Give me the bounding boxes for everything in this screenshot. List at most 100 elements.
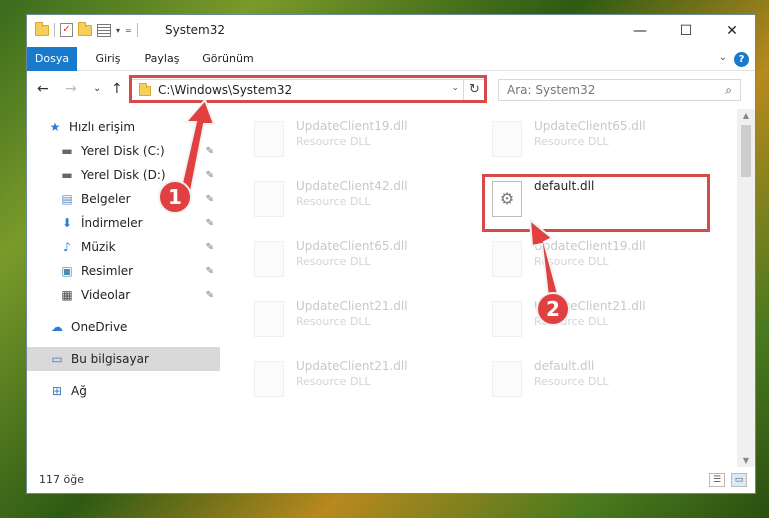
sidebar-item-pictures[interactable]: ▣ Resimler ✎ [27, 259, 220, 283]
up-button[interactable]: ↑ [111, 81, 123, 97]
sidebar-item-disk-c[interactable]: ▬ Yerel Disk (C:) ✎ [27, 139, 220, 163]
sidebar-item-downloads[interactable]: ⬇ İndirmeler ✎ [27, 211, 220, 235]
dll-file-icon [254, 241, 284, 277]
step-badge-2: 2 [536, 292, 570, 326]
file-description: Resource DLL [296, 135, 371, 148]
pin-icon[interactable]: ✎ [206, 170, 214, 181]
file-description: Resource DLL [296, 195, 371, 208]
sidebar-item-label: Müzik [81, 240, 116, 254]
file-item[interactable]: UpdateClient19.dll Resource DLL [486, 237, 686, 281]
maximize-button[interactable]: ☐ [663, 15, 709, 47]
download-icon: ⬇ [61, 216, 73, 230]
file-description: Resource DLL [296, 375, 371, 388]
new-folder-icon[interactable] [78, 21, 92, 36]
file-item[interactable]: UpdateClient21.dll Resource DLL [248, 297, 448, 341]
properties-icon[interactable] [97, 23, 111, 37]
sidebar-item-disk-d[interactable]: ▬ Yerel Disk (D:) ✎ [27, 163, 220, 187]
cloud-icon: ☁ [51, 320, 63, 334]
step-badge-1: 1 [158, 180, 192, 214]
file-name: UpdateClient21.dll [296, 359, 408, 373]
file-name: UpdateClient19.dll [296, 119, 408, 133]
dll-file-icon [492, 241, 522, 277]
tab-gorunum[interactable]: Görünüm [195, 47, 261, 71]
dll-file-icon [492, 361, 522, 397]
file-item[interactable]: UpdateClient19.dll Resource DLL [248, 117, 448, 161]
file-item[interactable]: default.dll Resource DLL [486, 357, 686, 401]
sidebar-item-label: Resimler [81, 264, 134, 278]
pin-icon[interactable]: ✎ [206, 290, 214, 301]
vertical-scrollbar[interactable]: ▲ ▼ [737, 109, 755, 467]
sidebar-item-quick-access[interactable]: ★ Hızlı erişim [27, 115, 220, 139]
pin-icon[interactable]: ✎ [206, 146, 214, 157]
window-title: System32 [165, 23, 226, 37]
divider [54, 23, 55, 37]
file-description: Resource DLL [296, 255, 371, 268]
sidebar-item-label: Hızlı erişim [69, 120, 136, 134]
file-highlight-box [482, 174, 710, 232]
recent-locations-button[interactable]: ⌄ [93, 81, 101, 97]
pin-icon[interactable]: ✎ [206, 218, 214, 229]
scroll-down-icon[interactable]: ▼ [737, 456, 755, 465]
ribbon: Dosya Giriş Paylaş Görünüm ⌄ ? [27, 47, 755, 71]
large-icons-view-icon[interactable]: ▭ [731, 473, 747, 487]
tab-giris[interactable]: Giriş [85, 47, 131, 71]
back-button[interactable]: ← [37, 81, 49, 97]
search-placeholder[interactable]: Ara: System32 [507, 83, 595, 97]
sidebar-item-label: Yerel Disk (C:) [81, 144, 165, 158]
file-item[interactable]: UpdateClient42.dll Resource DLL [248, 177, 448, 221]
file-item[interactable]: UpdateClient21.dll Resource DLL [486, 297, 686, 341]
scroll-up-icon[interactable]: ▲ [737, 111, 755, 120]
sidebar-item-network[interactable]: ⊞ Ağ [27, 379, 220, 403]
drive-icon: ▬ [61, 168, 73, 182]
help-icon[interactable]: ? [734, 52, 749, 67]
search-icon[interactable]: ⌕ [725, 83, 732, 98]
divider [136, 23, 138, 37]
file-item[interactable]: UpdateClient65.dll Resource DLL [248, 237, 448, 281]
sidebar-item-onedrive[interactable]: ☁ OneDrive [27, 315, 220, 339]
item-count: 117 öğe [39, 473, 84, 486]
sidebar-item-label: İndirmeler [81, 216, 143, 230]
close-button[interactable]: ✕ [709, 15, 755, 47]
expand-ribbon-icon[interactable]: ⌄ [719, 52, 727, 63]
file-description: Resource DLL [534, 135, 609, 148]
file-name: UpdateClient65.dll [534, 119, 646, 133]
sidebar-item-music[interactable]: ♪ Müzik ✎ [27, 235, 220, 259]
status-bar: 117 öğe ☰ ▭ [27, 467, 755, 493]
sidebar-item-label: OneDrive [71, 320, 128, 334]
file-item[interactable]: UpdateClient65.dll Resource DLL [486, 117, 686, 161]
pin-icon[interactable]: ✎ [206, 242, 214, 253]
computer-icon: ▭ [51, 352, 63, 366]
tab-paylas[interactable]: Paylaş [135, 47, 189, 71]
dll-file-icon [254, 301, 284, 337]
file-description: Resource DLL [534, 375, 609, 388]
forward-button[interactable]: → [65, 81, 77, 97]
sidebar-item-videos[interactable]: ▦ Videolar ✎ [27, 283, 220, 307]
file-name: UpdateClient21.dll [296, 299, 408, 313]
file-name: UpdateClient19.dll [534, 239, 646, 253]
scroll-thumb[interactable] [741, 125, 751, 177]
minimize-button[interactable]: — [617, 15, 663, 47]
folder-icon [35, 21, 49, 36]
file-item[interactable]: UpdateClient21.dll Resource DLL [248, 357, 448, 401]
network-icon: ⊞ [51, 384, 63, 398]
title-bar: ✓ ▾ = System32 — ☐ ✕ [27, 15, 755, 47]
qat-dropdown-icon[interactable]: ▾ [116, 26, 120, 35]
tab-dosya[interactable]: Dosya [27, 47, 77, 71]
sidebar-item-this-pc[interactable]: ▭ Bu bilgisayar [27, 347, 220, 371]
file-description: Resource DLL [534, 255, 609, 268]
sidebar-item-label: Ağ [71, 384, 87, 398]
file-name: default.dll [534, 359, 595, 373]
videos-icon: ▦ [61, 288, 73, 302]
file-name: UpdateClient65.dll [296, 239, 408, 253]
details-view-icon[interactable]: ☰ [709, 473, 725, 487]
pictures-icon: ▣ [61, 264, 73, 278]
pin-icon[interactable]: ✎ [206, 266, 214, 277]
address-highlight-box [129, 75, 487, 103]
sidebar-item-label: Belgeler [81, 192, 131, 206]
dll-file-icon [492, 121, 522, 157]
search-box[interactable]: Ara: System32 ⌕ [498, 79, 741, 101]
pin-icon[interactable]: ✎ [206, 194, 214, 205]
qat-customize-icon[interactable]: = [125, 26, 132, 35]
properties-check-icon[interactable]: ✓ [60, 23, 73, 37]
file-description: Resource DLL [296, 315, 371, 328]
